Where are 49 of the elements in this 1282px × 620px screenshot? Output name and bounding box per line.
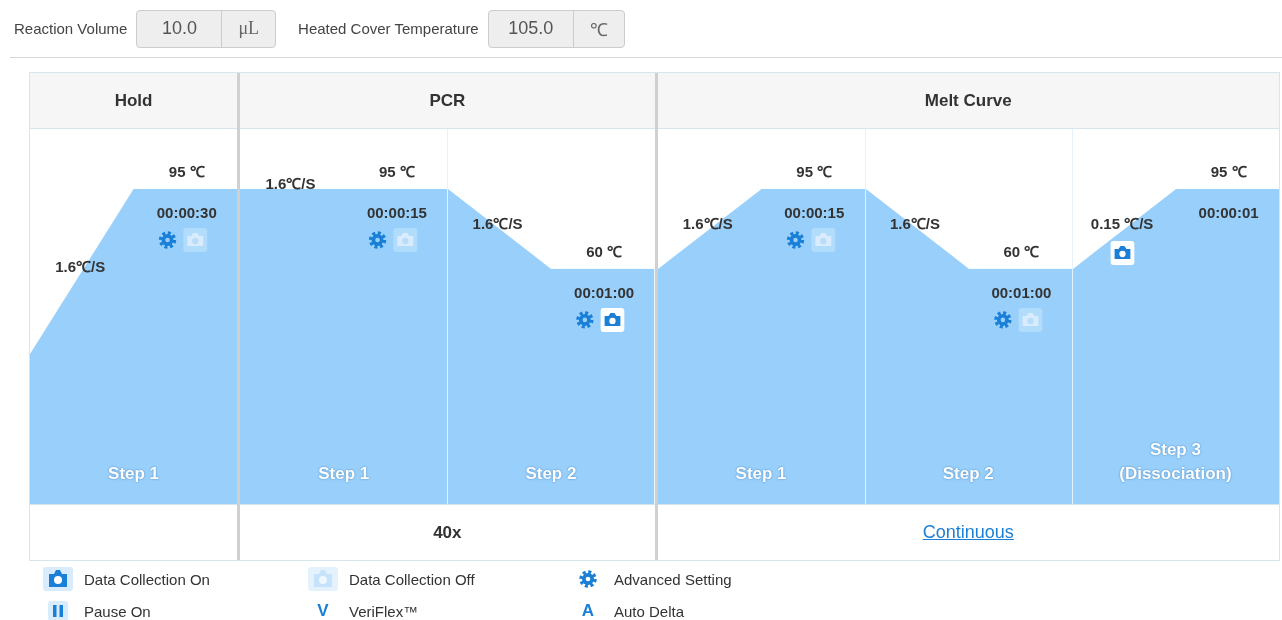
legend-label: VeriFlex™ [349, 602, 419, 620]
camera-icon [42, 567, 74, 591]
ramp-rate-label[interactable]: 1.6℃/S [472, 212, 523, 233]
hold-time-label[interactable]: 00:01:00 [991, 283, 1052, 301]
step-label: Step 1 [317, 463, 371, 485]
cycle-count: 40x [433, 522, 462, 543]
temperature-label[interactable]: 95 ℃ [796, 161, 833, 181]
ramp-rate-label[interactable]: 1.6℃/S [889, 212, 940, 233]
legend-label: Data Collection On [84, 570, 210, 588]
temperature-label[interactable]: 95 ℃ [168, 161, 205, 181]
field-label: Reaction Volume [14, 20, 128, 37]
gear-icon[interactable] [786, 231, 804, 249]
number-field[interactable]: 10.0 μL [136, 9, 277, 48]
stage-header: Melt Curve [657, 73, 1279, 129]
gear-icon[interactable] [576, 311, 594, 329]
stage-header: Hold [30, 73, 238, 129]
camera-icon [307, 567, 339, 591]
ramp-rate-label[interactable]: 0.15 ℃/S [1090, 212, 1154, 233]
gear-icon[interactable] [158, 231, 177, 249]
hold-time-label[interactable]: 00:00:15 [784, 203, 845, 221]
legend-label: Advanced Setting [614, 570, 732, 588]
temperature-label[interactable]: 60 ℃ [586, 240, 622, 261]
step-label: Step 1 [107, 463, 161, 485]
stage-header: PCR [240, 73, 655, 129]
step-label: Step 3 (Dissociation) [1118, 439, 1233, 485]
temperature-label[interactable]: 95 ℃ [379, 161, 415, 181]
ramp-rate-label[interactable]: 1.6℃/S [682, 212, 733, 233]
hold-time-label[interactable]: 00:00:15 [366, 203, 427, 221]
hold-time-label[interactable]: 00:00:01 [1198, 203, 1259, 221]
field-label: Heated Cover Temperature [298, 20, 479, 37]
camera-icon[interactable] [601, 307, 625, 332]
temperature-label[interactable]: 95 ℃ [1210, 161, 1247, 181]
glyph-icon: A [572, 601, 604, 620]
continuous-link[interactable]: Continuous [922, 522, 1014, 543]
legend-label: Auto Delta [614, 602, 685, 620]
step-label: Step 1 [734, 463, 788, 485]
gear-icon[interactable] [993, 311, 1012, 329]
step-label: Step 2 [941, 463, 995, 485]
ramp-rate-label[interactable]: 1.6℃/S [265, 173, 316, 193]
legend-label: Data Collection Off [349, 570, 475, 588]
step-label: Step 2 [524, 463, 578, 485]
glyph-icon: V [307, 601, 339, 620]
gear-icon[interactable] [369, 231, 387, 249]
hold-time-label[interactable]: 00:00:30 [156, 203, 217, 221]
hold-time-label[interactable]: 00:01:00 [574, 283, 635, 301]
legend-label: Pause On [84, 602, 151, 620]
ramp-rate-label[interactable]: 1.6℃/S [55, 255, 106, 276]
number-field[interactable]: 105.0 ℃ [487, 9, 625, 48]
temperature-label[interactable]: 60 ℃ [1003, 240, 1040, 261]
